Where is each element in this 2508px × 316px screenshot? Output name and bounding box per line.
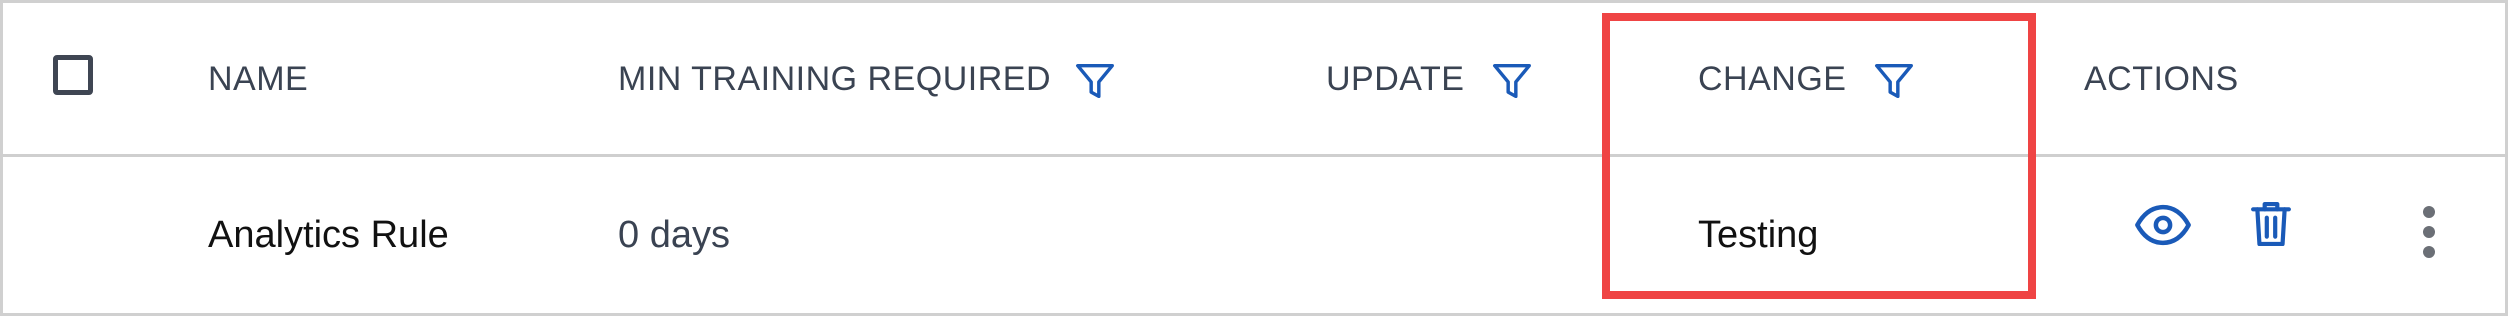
filter-icon[interactable]: [1071, 58, 1119, 104]
column-header-min-training[interactable]: MIN TRAINING REQUIRED: [618, 56, 1051, 102]
column-header-name-label: NAME: [208, 59, 309, 98]
cell-min-training: 0 days: [618, 213, 730, 256]
column-header-actions: ACTIONS: [2084, 56, 2239, 102]
select-all-checkbox[interactable]: [53, 55, 93, 95]
trash-icon[interactable]: [2250, 198, 2292, 250]
column-header-min-training-label: MIN TRAINING REQUIRED: [618, 59, 1052, 98]
more-vertical-icon[interactable]: [2418, 204, 2440, 260]
highlight-box: [1602, 13, 2036, 299]
column-header-name[interactable]: NAME: [208, 56, 308, 102]
cell-name: Analytics Rule: [208, 213, 449, 256]
filter-icon[interactable]: [1488, 58, 1536, 104]
column-header-update-label: UPDATE: [1326, 59, 1465, 98]
eye-icon[interactable]: [2134, 202, 2192, 248]
table-container: [0, 0, 2508, 316]
column-header-update[interactable]: UPDATE: [1326, 56, 1464, 102]
column-header-actions-label: ACTIONS: [2084, 59, 2239, 98]
header-divider: [0, 154, 2508, 157]
